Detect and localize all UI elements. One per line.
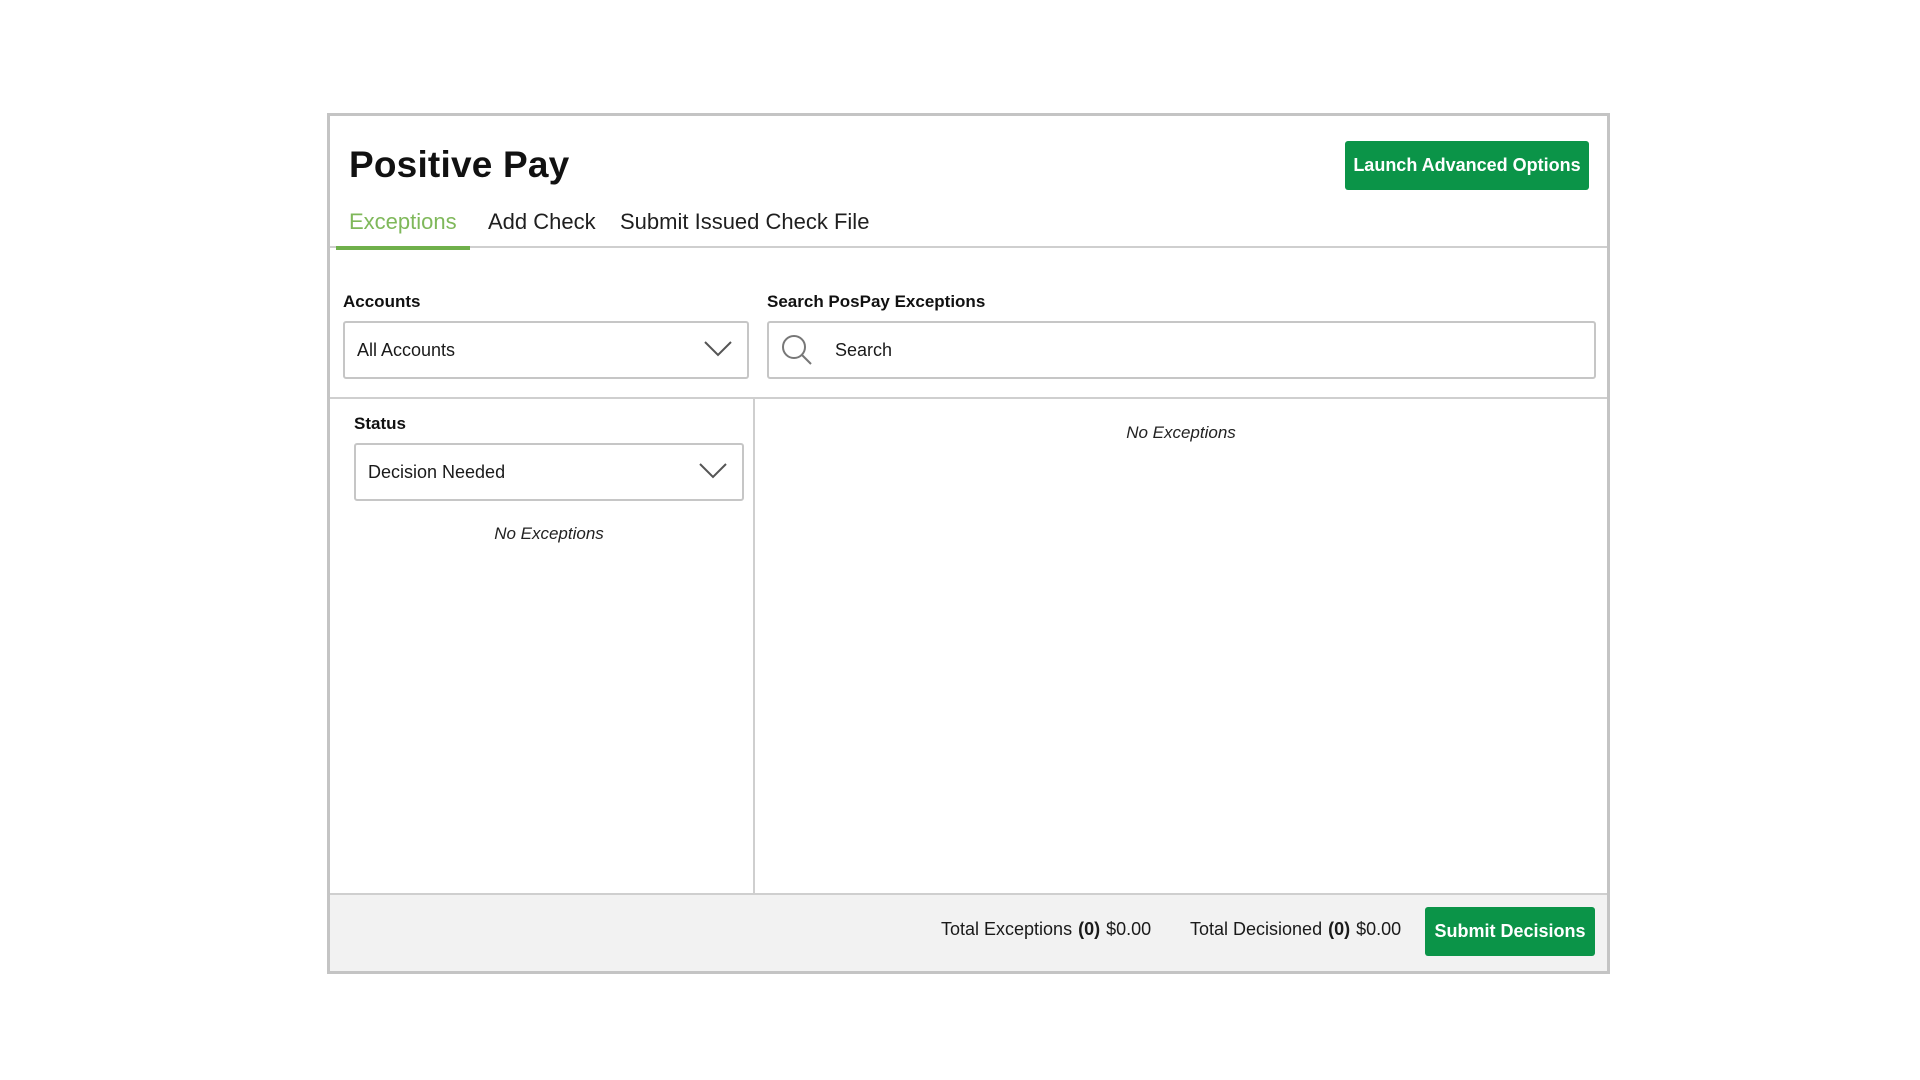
search-field[interactable] — [767, 321, 1596, 379]
submit-decisions-button[interactable]: Submit Decisions — [1425, 907, 1595, 956]
panel-divider — [753, 399, 755, 899]
status-select[interactable]: Decision Needed — [354, 443, 744, 501]
search-icon — [782, 335, 812, 365]
chevron-down-icon — [699, 463, 727, 479]
total-decisioned-count: (0) — [1328, 919, 1351, 939]
tab-bar: Exceptions Add Check Submit Issued Check… — [330, 204, 1607, 250]
tab-exceptions[interactable]: Exceptions — [336, 204, 470, 250]
page-title: Positive Pay — [349, 144, 570, 185]
positive-pay-panel: Positive Pay Launch Advanced Options Exc… — [327, 113, 1610, 974]
total-decisioned-amount: $0.00 — [1356, 919, 1402, 939]
total-exceptions-label: Total Exceptions — [941, 919, 1073, 939]
tab-submit-issued-check-file[interactable]: Submit Issued Check File — [620, 204, 869, 248]
footer-bar: Total Exceptions (0) $0.00 Total Decisione… — [330, 893, 1607, 971]
chevron-down-icon — [704, 341, 732, 357]
left-panel-empty-message: No Exceptions — [494, 524, 604, 543]
accounts-select-value: All Accounts — [357, 339, 456, 360]
section-divider — [330, 397, 1607, 399]
accounts-label: Accounts — [343, 292, 421, 311]
right-panel-empty-message: No Exceptions — [1126, 423, 1236, 442]
launch-advanced-options-button[interactable]: Launch Advanced Options — [1345, 141, 1589, 190]
search-input[interactable] — [835, 323, 1584, 377]
total-decisioned: Total Decisioned (0) $0.00 — [1190, 919, 1401, 940]
tab-add-check[interactable]: Add Check — [488, 204, 596, 248]
status-label: Status — [354, 414, 406, 433]
search-label: Search PosPay Exceptions — [767, 292, 986, 311]
total-exceptions-amount: $0.00 — [1106, 919, 1152, 939]
accounts-select[interactable]: All Accounts — [343, 321, 749, 379]
total-exceptions-count: (0) — [1078, 919, 1101, 939]
total-exceptions: Total Exceptions (0) $0.00 — [941, 919, 1151, 940]
total-decisioned-label: Total Decisioned — [1190, 919, 1323, 939]
status-select-value: Decision Needed — [368, 461, 506, 482]
